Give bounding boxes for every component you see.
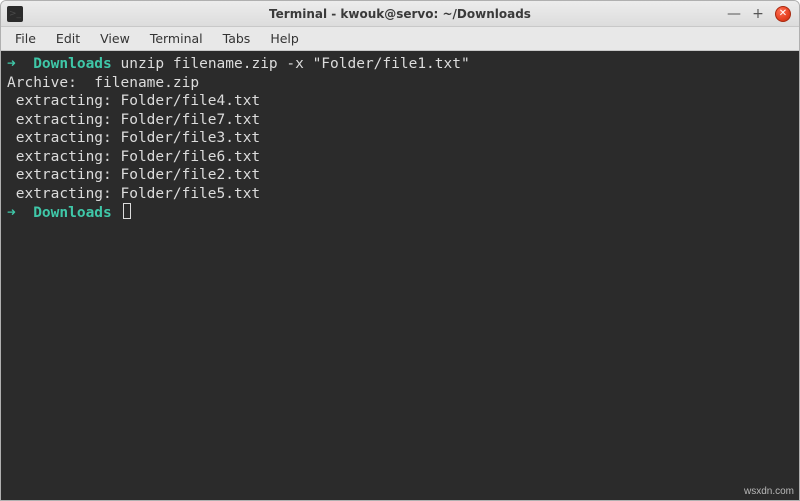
terminal-app-icon: >_: [7, 6, 23, 22]
command-text: unzip filename.zip -x "Folder/file1.txt": [121, 56, 470, 72]
menu-edit[interactable]: Edit: [46, 28, 90, 49]
cursor: [123, 203, 131, 219]
titlebar[interactable]: >_ Terminal - kwouk@servo: ~/Downloads —…: [1, 1, 799, 27]
menu-tabs[interactable]: Tabs: [213, 28, 261, 49]
archive-line: Archive: filename.zip: [7, 75, 199, 91]
menu-terminal[interactable]: Terminal: [140, 28, 213, 49]
prompt-arrow-icon: ➜: [7, 205, 16, 221]
prompt-arrow-icon: ➜: [7, 56, 16, 72]
extract-line: extracting: Folder/file3.txt: [7, 130, 260, 146]
window-controls: — + ✕: [727, 6, 799, 22]
extract-line: extracting: Folder/file4.txt: [7, 93, 260, 109]
minimize-button[interactable]: —: [727, 7, 741, 21]
terminal-area[interactable]: ➜ Downloads unzip filename.zip -x "Folde…: [1, 51, 799, 500]
extract-line: extracting: Folder/file6.txt: [7, 149, 260, 165]
terminal-window: >_ Terminal - kwouk@servo: ~/Downloads —…: [0, 0, 800, 501]
prompt-dir: Downloads: [33, 205, 112, 221]
window-title: Terminal - kwouk@servo: ~/Downloads: [1, 7, 799, 21]
close-button[interactable]: ✕: [775, 6, 791, 22]
menu-file[interactable]: File: [5, 28, 46, 49]
extract-line: extracting: Folder/file2.txt: [7, 167, 260, 183]
extract-line: extracting: Folder/file5.txt: [7, 186, 260, 202]
menu-help[interactable]: Help: [260, 28, 309, 49]
maximize-button[interactable]: +: [751, 7, 765, 21]
menu-view[interactable]: View: [90, 28, 140, 49]
menubar: File Edit View Terminal Tabs Help: [1, 27, 799, 51]
prompt-dir: Downloads: [33, 56, 112, 72]
watermark: wsxdn.com: [744, 486, 794, 497]
extract-line: extracting: Folder/file7.txt: [7, 112, 260, 128]
